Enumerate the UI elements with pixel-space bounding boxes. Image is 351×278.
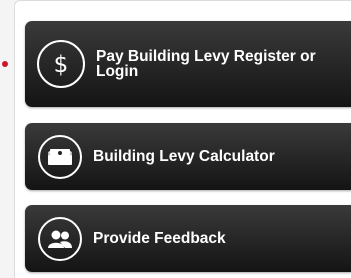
levy-calculator-button[interactable]: Building Levy Calculator	[25, 123, 351, 190]
people-icon	[38, 216, 82, 261]
cash-icon	[38, 134, 82, 179]
pay-levy-label: Pay Building Levy Register or Login	[96, 48, 316, 80]
red-marker-dot	[2, 61, 8, 67]
provide-feedback-button[interactable]: Provide Feedback	[25, 205, 351, 272]
levy-calculator-label: Building Levy Calculator	[93, 148, 275, 165]
provide-feedback-label: Provide Feedback	[93, 230, 226, 247]
pay-levy-button[interactable]: $ Pay Building Levy Register or Login	[25, 21, 351, 107]
svg-text:$: $	[54, 52, 69, 78]
dollar-icon: $	[37, 40, 85, 88]
